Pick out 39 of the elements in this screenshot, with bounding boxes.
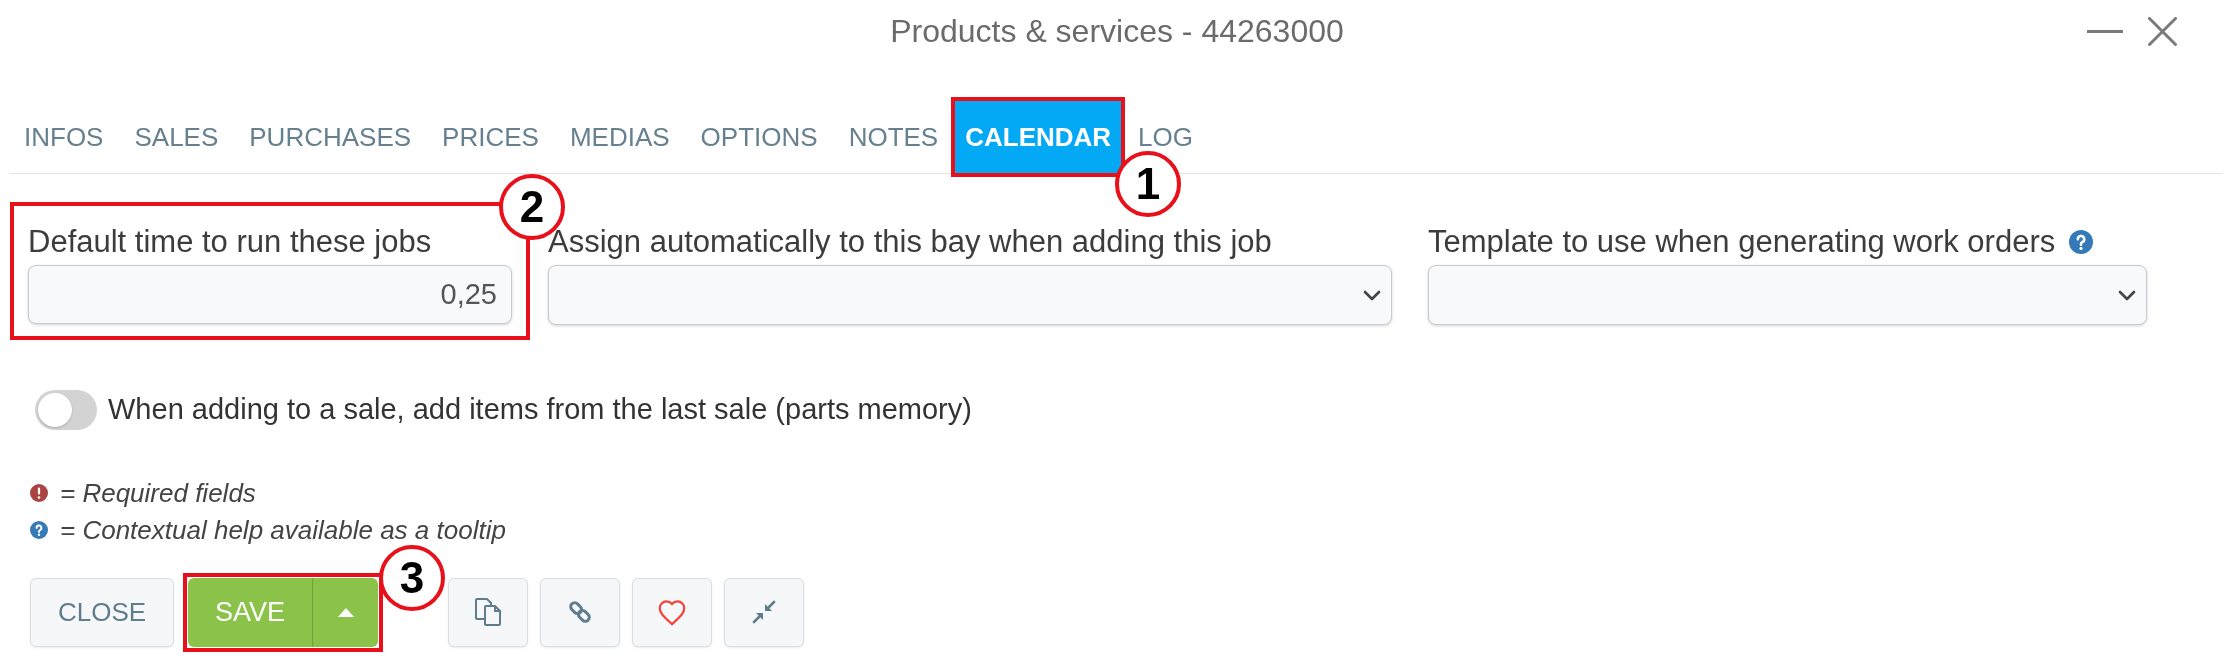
link-icon [566, 598, 594, 626]
number-input[interactable]: 0,25 [28, 265, 512, 324]
dropdown-field[interactable] [1428, 265, 2147, 325]
tab[interactable]: PURCHASES [249, 124, 412, 150]
copy-icon [473, 597, 503, 627]
toggle-switch[interactable] [35, 389, 97, 430]
compress-arrows-icon [752, 600, 776, 624]
save-button[interactable]: SAVE [188, 577, 312, 647]
required-icon [30, 484, 48, 502]
step-number-badge: 3 [379, 544, 445, 611]
favorite-button[interactable] [632, 577, 712, 647]
heart-icon [657, 598, 687, 626]
save-options-button[interactable] [312, 577, 378, 647]
dropdown-field[interactable] [548, 265, 1392, 325]
tab[interactable]: PRICES [442, 124, 539, 150]
close-icon[interactable] [2148, 17, 2177, 46]
link-button[interactable] [540, 577, 620, 647]
compact-button[interactable] [724, 577, 804, 647]
help-icon[interactable] [2069, 230, 2094, 254]
tab[interactable]: CALENDAR [955, 101, 1122, 173]
step-number-badge: 1 [1115, 151, 1182, 217]
tab[interactable]: SALES [134, 124, 219, 150]
tab[interactable]: NOTES [848, 124, 939, 150]
field-label: Template to use when generating work orders [1428, 223, 2056, 261]
caret-up-icon [337, 607, 354, 617]
toggle-label: When adding to a sale, add items from the last sale (parts memory) [108, 392, 972, 427]
chevron-down-icon [1363, 289, 1381, 301]
tab[interactable]: MEDIAS [569, 124, 670, 150]
duplicate-button[interactable] [448, 577, 528, 647]
legend-text: = Required fields [60, 479, 256, 507]
window-title: Products & services - 44263000 [890, 12, 1344, 51]
tab[interactable]: OPTIONS [700, 124, 818, 150]
field-label: Default time to run these jobs [28, 223, 432, 261]
chevron-down-icon [2118, 289, 2136, 301]
help-icon [30, 521, 48, 539]
close-button[interactable]: CLOSE [30, 577, 174, 647]
legend-text: = Contextual help available as a tooltip [60, 516, 506, 544]
tab[interactable]: INFOS [24, 124, 104, 150]
tab[interactable]: LOG [1138, 124, 1193, 150]
